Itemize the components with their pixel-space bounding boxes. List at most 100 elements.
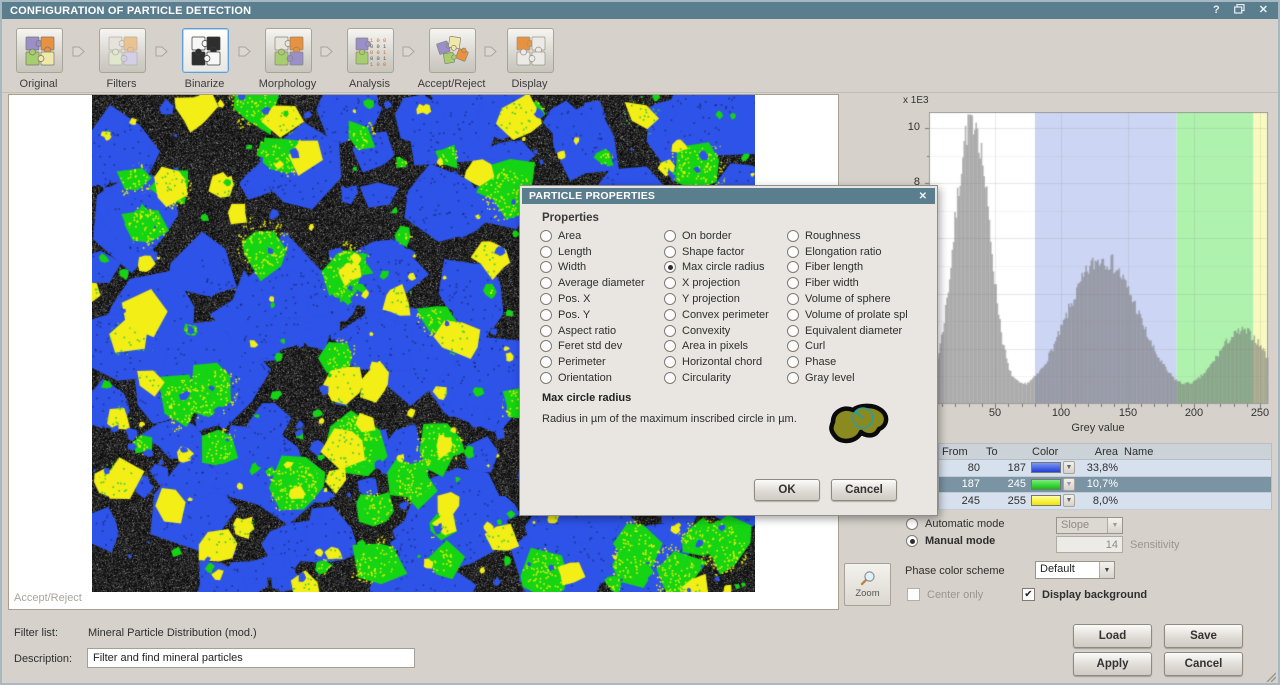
property-option[interactable]: Convex perimeter bbox=[664, 307, 787, 323]
radio-icon[interactable] bbox=[664, 340, 676, 352]
property-option[interactable]: Y projection bbox=[664, 291, 787, 307]
center-only-option[interactable]: Center only bbox=[907, 588, 983, 601]
dialog-cancel-button[interactable]: Cancel bbox=[831, 479, 897, 501]
property-option[interactable]: Circularity bbox=[664, 370, 787, 386]
property-option[interactable]: Fiber length bbox=[787, 260, 937, 276]
property-option[interactable]: Orientation bbox=[540, 370, 664, 386]
dialog-close-button[interactable]: ✕ bbox=[919, 191, 927, 202]
property-option[interactable]: Length bbox=[540, 244, 664, 260]
property-option[interactable]: Equivalent diameter bbox=[787, 323, 937, 339]
property-option[interactable]: Pos. X bbox=[540, 291, 664, 307]
radio-icon[interactable] bbox=[540, 230, 552, 242]
analysis-icon[interactable]: 1 0 0 0 0 0 1 1 0 0 1 0 0 0 1 0 1 0 0 0 bbox=[347, 28, 394, 73]
radio-icon[interactable] bbox=[787, 230, 799, 242]
radio-icon[interactable] bbox=[540, 309, 552, 321]
checkbox-icon[interactable]: ✔ bbox=[1022, 588, 1035, 601]
phase-row[interactable]: 187245▼10,7% bbox=[939, 477, 1271, 494]
filters-icon[interactable] bbox=[99, 28, 146, 73]
property-option[interactable]: Roughness bbox=[787, 228, 937, 244]
property-option[interactable]: Elongation ratio bbox=[787, 244, 937, 260]
radio-icon[interactable] bbox=[787, 277, 799, 289]
radio-icon[interactable] bbox=[787, 261, 799, 273]
accept-reject-icon[interactable] bbox=[429, 28, 476, 73]
property-option[interactable]: Horizontal chord bbox=[664, 354, 787, 370]
chevron-down-icon[interactable]: ▼ bbox=[1099, 562, 1114, 578]
property-option[interactable]: Average diameter bbox=[540, 275, 664, 291]
property-option[interactable]: Phase bbox=[787, 354, 937, 370]
phase-color-scheme-dropdown[interactable]: Default ▼ bbox=[1035, 561, 1115, 579]
property-option[interactable]: Max circle radius bbox=[664, 260, 787, 276]
radio-icon[interactable] bbox=[664, 372, 676, 384]
description-input[interactable] bbox=[87, 648, 415, 668]
morphology-icon[interactable] bbox=[265, 28, 312, 73]
workflow-step-binarize[interactable]: Binarize bbox=[182, 28, 227, 73]
help-button[interactable]: ? bbox=[1213, 5, 1220, 16]
apply-button[interactable]: Apply bbox=[1073, 652, 1152, 676]
radio-icon[interactable] bbox=[787, 246, 799, 258]
radio-icon[interactable] bbox=[540, 277, 552, 289]
chevron-down-icon[interactable]: ▼ bbox=[1063, 461, 1075, 474]
radio-icon[interactable] bbox=[540, 340, 552, 352]
radio-icon[interactable] bbox=[906, 518, 918, 530]
zoom-button[interactable]: Zoom bbox=[844, 563, 891, 606]
save-button[interactable]: Save bbox=[1164, 624, 1243, 648]
radio-icon[interactable] bbox=[540, 246, 552, 258]
radio-icon[interactable] bbox=[787, 325, 799, 337]
property-option[interactable]: Gray level bbox=[787, 370, 937, 386]
radio-icon[interactable] bbox=[540, 372, 552, 384]
radio-icon[interactable] bbox=[664, 309, 676, 321]
original-icon[interactable] bbox=[16, 28, 63, 73]
property-option[interactable]: Volume of sphere bbox=[787, 291, 937, 307]
property-option[interactable]: Volume of prolate spl bbox=[787, 307, 937, 323]
checkbox-icon[interactable] bbox=[907, 588, 920, 601]
chevron-down-icon[interactable]: ▼ bbox=[1063, 494, 1075, 507]
ok-button[interactable]: OK bbox=[754, 479, 820, 501]
display-background-option[interactable]: ✔ Display background bbox=[1022, 588, 1147, 601]
radio-icon[interactable] bbox=[540, 293, 552, 305]
property-option[interactable]: Aspect ratio bbox=[540, 323, 664, 339]
radio-icon[interactable] bbox=[664, 325, 676, 337]
radio-icon[interactable] bbox=[664, 261, 676, 273]
resize-grip[interactable] bbox=[1264, 670, 1276, 682]
radio-icon[interactable] bbox=[540, 356, 552, 368]
property-option[interactable]: Curl bbox=[787, 339, 937, 355]
grey-value-histogram[interactable] bbox=[924, 112, 1269, 411]
property-option[interactable]: Convexity bbox=[664, 323, 787, 339]
radio-icon[interactable] bbox=[664, 356, 676, 368]
radio-icon[interactable] bbox=[787, 372, 799, 384]
radio-icon[interactable] bbox=[664, 277, 676, 289]
workflow-step-original[interactable]: Original bbox=[16, 28, 61, 73]
chevron-down-icon[interactable]: ▼ bbox=[1063, 478, 1075, 491]
radio-icon[interactable] bbox=[906, 535, 918, 547]
property-option[interactable]: On border bbox=[664, 228, 787, 244]
property-option[interactable]: Area in pixels bbox=[664, 339, 787, 355]
radio-icon[interactable] bbox=[787, 293, 799, 305]
workflow-step-morphology[interactable]: Morphology bbox=[265, 28, 310, 73]
radio-icon[interactable] bbox=[787, 356, 799, 368]
manual-mode-option[interactable]: Manual mode bbox=[906, 535, 995, 547]
radio-icon[interactable] bbox=[787, 309, 799, 321]
property-option[interactable]: Pos. Y bbox=[540, 307, 664, 323]
workflow-step-filters[interactable]: Filters bbox=[99, 28, 144, 73]
load-button[interactable]: Load bbox=[1073, 624, 1152, 648]
property-option[interactable]: Feret std dev bbox=[540, 339, 664, 355]
radio-icon[interactable] bbox=[664, 230, 676, 242]
workflow-step-accept-reject[interactable]: Accept/Reject bbox=[429, 28, 474, 73]
radio-icon[interactable] bbox=[787, 340, 799, 352]
display-icon[interactable] bbox=[507, 28, 554, 73]
radio-icon[interactable] bbox=[540, 325, 552, 337]
slope-dropdown[interactable]: Slope ▼ bbox=[1056, 517, 1123, 534]
workflow-step-display[interactable]: Display bbox=[507, 28, 552, 73]
property-option[interactable]: X projection bbox=[664, 275, 787, 291]
radio-icon[interactable] bbox=[664, 246, 676, 258]
automatic-mode-option[interactable]: Automatic mode bbox=[906, 518, 1004, 530]
property-option[interactable]: Shape factor bbox=[664, 244, 787, 260]
chevron-down-icon[interactable]: ▼ bbox=[1107, 518, 1122, 533]
close-button[interactable]: ✕ bbox=[1259, 5, 1268, 16]
property-option[interactable]: Area bbox=[540, 228, 664, 244]
property-option[interactable]: Width bbox=[540, 260, 664, 276]
property-option[interactable]: Perimeter bbox=[540, 354, 664, 370]
radio-icon[interactable] bbox=[664, 293, 676, 305]
sensitivity-input[interactable] bbox=[1056, 536, 1123, 553]
cancel-button[interactable]: Cancel bbox=[1164, 652, 1243, 676]
